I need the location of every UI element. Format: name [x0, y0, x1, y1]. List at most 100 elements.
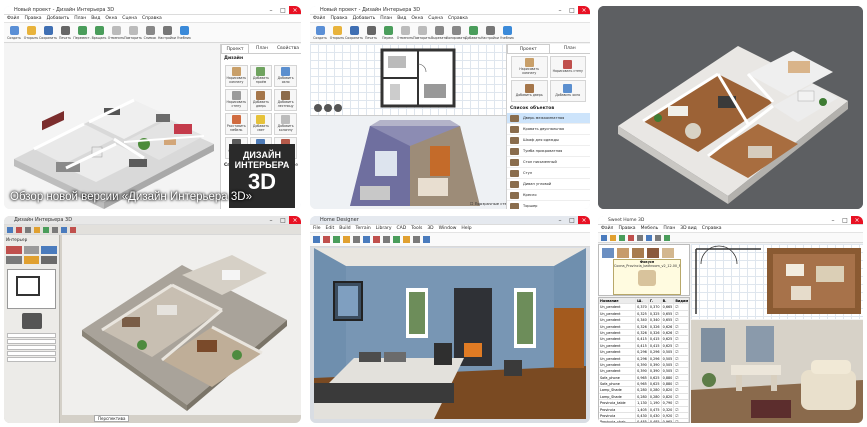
draw-wall-button[interactable]: Нарисовать стену [549, 56, 586, 78]
result-tile-sweet-home-3d[interactable]: Sweet Home 3D – □ × Файл Правка Мебель План 3D… [598, 216, 863, 423]
open-button[interactable]: Открыть [330, 25, 344, 40]
settings-button[interactable]: Настройки [158, 25, 176, 40]
palette-button[interactable] [6, 256, 22, 264]
catalog-item[interactable] [647, 248, 659, 258]
visible-checkbox[interactable]: ☑ [674, 387, 689, 393]
close-icon[interactable]: × [578, 216, 590, 224]
add-door-button[interactable]: Добавить дверь [511, 80, 548, 102]
list-item[interactable]: Шкаф для одежды [507, 135, 590, 146]
list-item[interactable]: Тумба прикроватная [507, 146, 590, 157]
tool-icon[interactable] [363, 236, 370, 243]
list-item[interactable]: Стул [507, 168, 590, 179]
menu-item[interactable]: Справка [448, 16, 468, 21]
add-stairs-button[interactable]: Добавить лестницу [274, 89, 297, 111]
visible-checkbox[interactable]: ☑ [674, 381, 689, 387]
tool-icon[interactable] [383, 236, 390, 243]
tool-icon[interactable] [664, 234, 670, 241]
tab-properties[interactable]: Свойства [275, 44, 301, 53]
tool-icon[interactable] [25, 226, 31, 233]
copy-button[interactable]: Копировать [446, 25, 466, 40]
add-door-button[interactable]: Добавить дверь [249, 89, 273, 111]
result-tile-3d-house-model[interactable]: Дизайн Интерьера 3D – □ × Интерьер Персп… [4, 216, 301, 423]
visible-checkbox[interactable]: ☑ [674, 355, 689, 361]
result-tile-3d-apartment-render[interactable] [598, 6, 863, 209]
tool-icon[interactable] [637, 234, 643, 241]
snapshot-button[interactable]: Снимок [143, 25, 157, 40]
tool-icon[interactable] [655, 234, 661, 241]
list-item[interactable]: Торшер [507, 201, 590, 209]
tab-project[interactable]: Проект [221, 44, 249, 53]
add-opening-button[interactable]: Добавить проём [249, 65, 273, 87]
close-icon[interactable]: × [851, 216, 863, 224]
maximize-icon[interactable]: □ [277, 6, 289, 14]
menu-item[interactable]: File [313, 226, 321, 231]
maximize-icon[interactable]: □ [566, 216, 578, 224]
add-button[interactable]: Добавить [465, 25, 481, 40]
menu-item[interactable]: Terrain [356, 226, 371, 231]
list-item[interactable]: Дверь межкомнатная [507, 113, 590, 124]
tool-icon[interactable] [628, 234, 634, 241]
menu-item[interactable]: Вид [91, 16, 100, 21]
redo-button[interactable]: Повторить [124, 25, 142, 40]
minimize-icon[interactable]: – [265, 216, 277, 224]
save-button[interactable]: Сохранить [39, 25, 57, 40]
view-tab[interactable]: Перспектива [94, 415, 130, 422]
move-button[interactable]: Перемест. [73, 25, 91, 40]
cut-button[interactable]: Вырезать [431, 25, 447, 40]
tool-icon[interactable] [423, 236, 430, 243]
menu-item[interactable]: Файл [313, 16, 325, 21]
visible-checkbox[interactable]: ☑ [674, 413, 689, 419]
tutorial-button[interactable]: Учебник [177, 25, 191, 40]
add-window-button[interactable]: Добавить окно [549, 80, 586, 102]
draw-room-button[interactable]: Нарисовать комнату [225, 65, 248, 87]
menu-item[interactable]: Мебель [641, 226, 659, 231]
visible-checkbox[interactable]: ☑ [674, 393, 689, 400]
menu-item[interactable]: План [663, 226, 675, 231]
undo-button[interactable]: Отменить [397, 25, 413, 40]
palette-button[interactable] [23, 256, 40, 264]
menu-item[interactable]: Сцена [122, 16, 137, 21]
tool-icon[interactable] [333, 236, 340, 243]
redo-button[interactable]: Повторить [413, 25, 431, 40]
3d-house-view[interactable] [62, 235, 301, 415]
move-button[interactable]: Перем. [381, 25, 395, 40]
result-tile-bedroom-render[interactable]: Home Designer – □ × File Edit Build Terrain Li… [310, 216, 590, 423]
tool-icon[interactable] [70, 226, 76, 233]
list-item[interactable]: Диван угловой [507, 179, 590, 190]
tool-icon[interactable] [43, 226, 49, 233]
settings-button[interactable]: Настройки [481, 25, 499, 40]
catalog-item[interactable] [662, 248, 674, 258]
visible-checkbox[interactable]: ☑ [674, 342, 689, 349]
menu-item[interactable]: План [74, 16, 86, 21]
tab-plan[interactable]: План [550, 44, 591, 53]
undo-button[interactable]: Отменить [108, 25, 124, 40]
maximize-icon[interactable]: □ [839, 216, 851, 224]
menu-item[interactable]: Правка [618, 226, 635, 231]
visible-checkbox[interactable]: ☑ [674, 310, 689, 317]
catalog-item[interactable] [632, 248, 644, 258]
palette-button[interactable] [41, 246, 57, 254]
palette-button[interactable] [6, 246, 22, 254]
tool-icon[interactable] [619, 234, 625, 241]
visible-checkbox[interactable]: ☑ [674, 400, 689, 406]
close-icon[interactable]: × [289, 6, 301, 14]
maximize-icon[interactable]: □ [277, 216, 289, 224]
minimize-icon[interactable]: – [265, 6, 277, 14]
menu-item[interactable]: Добавить [353, 16, 376, 21]
palette-button[interactable] [23, 246, 40, 254]
menu-item[interactable]: Добавить [47, 16, 70, 21]
draw-room-button[interactable]: Нарисовать комнату [511, 56, 548, 78]
menu-item[interactable]: 3D [427, 226, 433, 231]
list-item[interactable]: Кресло [507, 190, 590, 201]
print-button[interactable]: Печать [364, 25, 378, 40]
menu-item[interactable]: CAD [397, 226, 407, 231]
mini-plan[interactable] [7, 269, 56, 309]
save-button[interactable]: Сохранить [345, 25, 363, 40]
menu-item[interactable]: Файл [7, 16, 19, 21]
camera-icon[interactable] [21, 313, 42, 329]
visible-checkbox[interactable]: ☑ [674, 406, 689, 413]
list-item[interactable]: Стол письменный [507, 157, 590, 168]
zoom-fit-icon[interactable] [334, 104, 342, 112]
menu-item[interactable]: Build [339, 226, 350, 231]
zoom-in-icon[interactable] [314, 104, 322, 112]
